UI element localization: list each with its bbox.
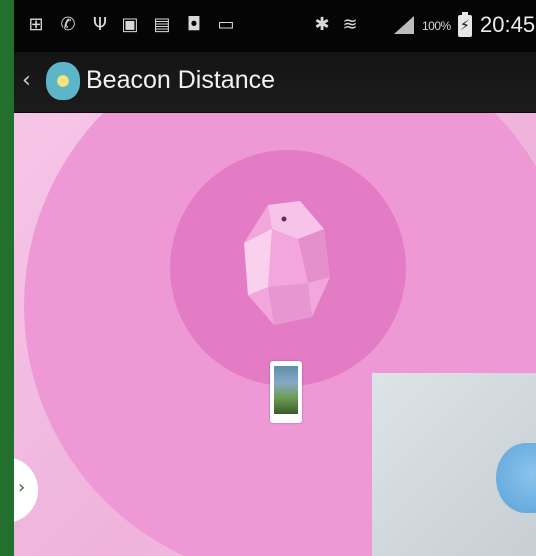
- distance-visualization: ›: [14, 113, 536, 556]
- screen-icon: ▭: [217, 13, 235, 35]
- missed-call-icon: ✆: [60, 13, 76, 35]
- battery-percent: 100%: [422, 19, 451, 33]
- signal-icon: [394, 16, 414, 34]
- blue-beacon-icon: [496, 443, 536, 513]
- phone-screen: ⊞ ✆ Ψ ▣ ▤ ◘ ▭ ✱ ≋ 100% ⚡ 20:45 ‹ Beacon …: [14, 0, 536, 556]
- status-time: 20:45: [480, 12, 536, 37]
- chevron-right-icon: ›: [18, 477, 26, 498]
- app-logo-icon[interactable]: [46, 62, 80, 100]
- phone-marker-screen: [274, 366, 298, 414]
- overlay-preview-panel: [372, 373, 536, 556]
- beacon-icon[interactable]: [238, 199, 334, 329]
- android-debug-icon: ◘: [186, 13, 202, 35]
- side-drawer-tab[interactable]: ›: [14, 457, 38, 523]
- back-chevron-icon[interactable]: ‹: [22, 68, 31, 93]
- voicemail-icon: ▤: [153, 13, 171, 35]
- notification-plus-icon: ⊞: [28, 13, 44, 35]
- status-bar: ⊞ ✆ Ψ ▣ ▤ ◘ ▭ ✱ ≋ 100% ⚡ 20:45: [14, 0, 536, 52]
- page-title: Beacon Distance: [86, 66, 276, 94]
- usb-icon: Ψ: [92, 13, 108, 35]
- wifi-icon: ≋: [342, 13, 358, 35]
- battery-icon: ⚡: [458, 12, 472, 37]
- bluetooth-icon: ✱: [314, 13, 330, 35]
- action-bar: ‹ Beacon Distance: [14, 52, 536, 113]
- phone-position-marker[interactable]: [270, 361, 302, 423]
- image-icon: ▣: [121, 13, 139, 35]
